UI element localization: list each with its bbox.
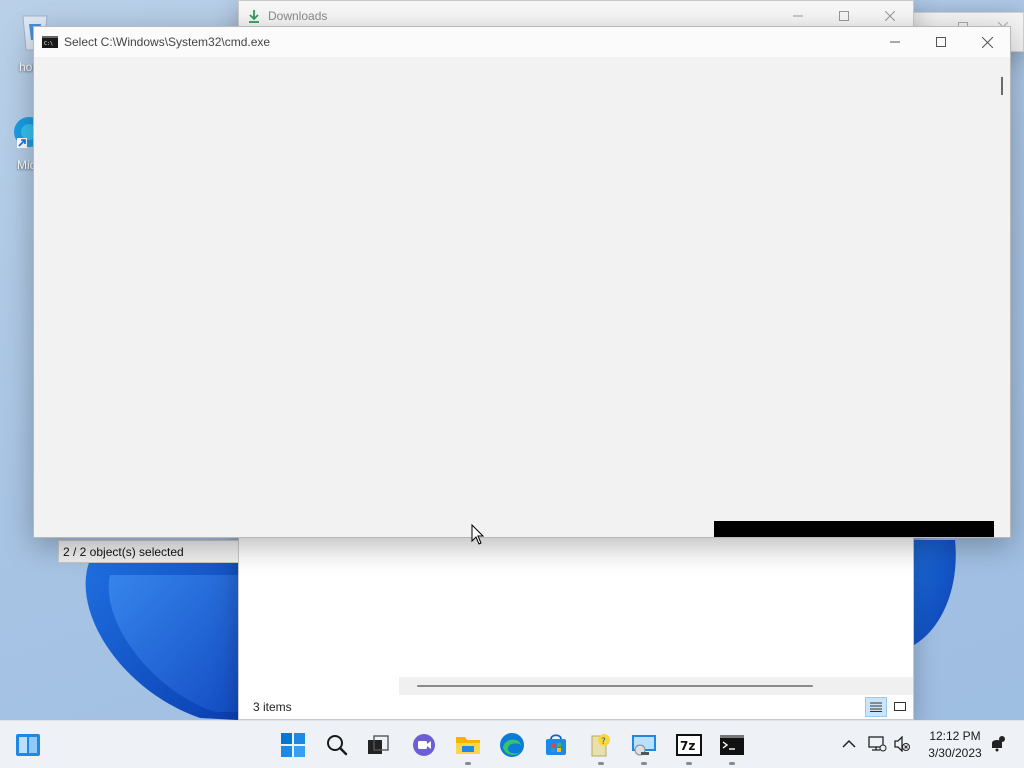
running-indicator xyxy=(686,762,692,765)
file-explorer-icon xyxy=(456,737,480,754)
svg-text:C:\: C:\ xyxy=(44,41,53,47)
file-explorer-button[interactable] xyxy=(452,729,484,765)
maximize-icon xyxy=(839,11,849,21)
7zip-status-bar: 2 / 2 object(s) selected xyxy=(58,540,239,563)
item-count: 3 items xyxy=(253,700,292,714)
minimize-icon xyxy=(793,15,803,17)
volume-button[interactable] xyxy=(891,733,913,755)
cmd-taskbar-button[interactable] xyxy=(716,729,748,765)
console-area[interactable] xyxy=(34,57,994,537)
window-title: Downloads xyxy=(268,9,328,23)
cmd-titlebar[interactable]: C:\ Select C:\Windows\System32\cmd.exe xyxy=(34,27,1010,57)
tips-icon: ? xyxy=(591,734,610,757)
cmd-icon: C:\ xyxy=(42,36,58,48)
7zip-button[interactable]: 7z xyxy=(673,729,705,765)
chat-icon xyxy=(413,734,435,756)
volume-muted-icon xyxy=(894,736,910,752)
status-bar: 3 items xyxy=(239,695,913,719)
mouse-cursor-icon xyxy=(471,524,485,545)
store-button[interactable] xyxy=(540,729,572,761)
large-icons-view-button[interactable] xyxy=(889,697,911,717)
download-icon xyxy=(249,10,259,23)
remote-desktop-icon xyxy=(632,735,656,756)
start-button[interactable] xyxy=(277,729,309,761)
clock-date: 3/30/2023 xyxy=(928,746,982,760)
show-hidden-icons-button[interactable] xyxy=(838,733,860,755)
details-view-icon xyxy=(870,702,882,712)
network-button[interactable] xyxy=(866,733,888,755)
selection-status: 2 / 2 object(s) selected xyxy=(63,544,184,559)
running-indicator xyxy=(598,762,604,765)
vertical-scrollbar[interactable] xyxy=(994,57,1010,537)
store-icon xyxy=(546,734,566,755)
maximize-button[interactable] xyxy=(918,27,964,57)
taskbar: ? 7z 12:12 PM 3/30/2023 xyxy=(0,720,1024,768)
tips-button[interactable]: ? xyxy=(585,729,617,765)
large-icons-view-icon xyxy=(894,702,906,711)
cmd-window[interactable]: C:\ Select C:\Windows\System32\cmd.exe xyxy=(33,26,1011,538)
search-button[interactable] xyxy=(321,729,353,761)
chevron-up-icon xyxy=(842,739,856,748)
system-clock[interactable]: 12:12 PM 3/30/2023 xyxy=(920,728,990,762)
start-icon xyxy=(281,733,305,757)
close-button[interactable] xyxy=(964,27,1010,57)
remote-desktop-button[interactable] xyxy=(628,729,660,765)
minimize-button[interactable] xyxy=(872,27,918,57)
edge-icon xyxy=(500,733,524,757)
scrollbar-thumb[interactable] xyxy=(417,685,813,687)
running-indicator xyxy=(641,762,647,765)
network-icon xyxy=(868,736,887,752)
console-selection xyxy=(714,521,994,537)
chat-button[interactable] xyxy=(408,729,440,761)
search-icon xyxy=(327,735,348,756)
horizontal-scrollbar[interactable] xyxy=(399,677,913,695)
running-indicator xyxy=(465,762,471,765)
scrollbar-thumb[interactable] xyxy=(1001,77,1003,95)
edge-button[interactable] xyxy=(496,729,528,761)
widgets-icon xyxy=(16,734,40,756)
maximize-icon xyxy=(936,37,946,47)
7zip-icon: 7z xyxy=(676,734,702,756)
cmd-icon xyxy=(720,735,744,755)
window-title: Select C:\Windows\System32\cmd.exe xyxy=(64,35,271,49)
running-indicator xyxy=(729,762,735,765)
details-view-button[interactable] xyxy=(865,697,887,717)
svg-text:7z: 7z xyxy=(680,739,695,753)
close-icon xyxy=(885,11,895,21)
notification-icon xyxy=(992,736,1005,752)
clock-time: 12:12 PM xyxy=(929,729,981,743)
widgets-button[interactable] xyxy=(12,729,44,761)
notification-center-button[interactable] xyxy=(986,733,1008,755)
minimize-icon xyxy=(890,41,900,43)
task-view-icon xyxy=(368,735,389,754)
close-icon xyxy=(981,36,993,48)
task-view-button[interactable] xyxy=(362,729,394,761)
svg-text:?: ? xyxy=(601,737,606,747)
